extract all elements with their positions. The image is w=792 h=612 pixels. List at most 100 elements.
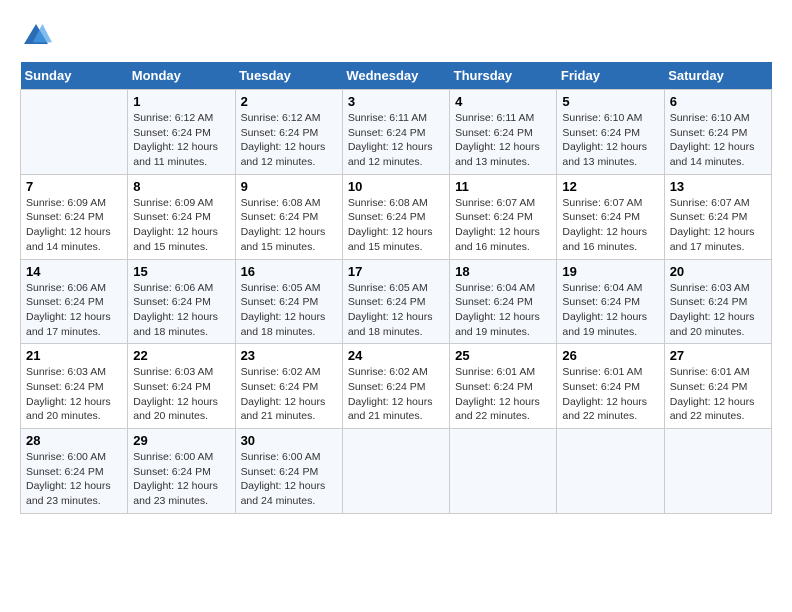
calendar-week-5: 28Sunrise: 6:00 AM Sunset: 6:24 PM Dayli…: [21, 429, 772, 514]
day-number: 7: [26, 179, 122, 194]
day-number: 3: [348, 94, 444, 109]
day-number: 6: [670, 94, 766, 109]
calendar-cell: 9 Sunrise: 6:08 AM Sunset: 6:24 PM Daylig…: [235, 174, 342, 259]
day-number: 10: [348, 179, 444, 194]
day-number: 18: [455, 264, 551, 279]
day-info: Sunrise: 6:12 AM Sunset: 6:24 PM Dayligh…: [133, 111, 229, 170]
day-number: 8: [133, 179, 229, 194]
calendar-cell: 16Sunrise: 6:05 AM Sunset: 6:24 PM Dayli…: [235, 259, 342, 344]
day-number: 13: [670, 179, 766, 194]
header-cell-saturday: Saturday: [664, 62, 771, 90]
calendar-cell: 25 Sunrise: 6:01 AM Sunset: 6:24 PM Dayli…: [450, 344, 557, 429]
calendar-week-2: 7 Sunrise: 6:09 AM Sunset: 6:24 PM Daylig…: [21, 174, 772, 259]
day-number: 23: [241, 348, 337, 363]
calendar-cell: [21, 90, 128, 175]
calendar-body: 1Sunrise: 6:12 AM Sunset: 6:24 PM Daylig…: [21, 90, 772, 514]
calendar-cell: [557, 429, 664, 514]
calendar-cell: 21 Sunrise: 6:03 AM Sunset: 6:24 PM Dayli…: [21, 344, 128, 429]
day-number: 25: [455, 348, 551, 363]
calendar-cell: 29 Sunrise: 6:00 AM Sunset: 6:24 PM Dayli…: [128, 429, 235, 514]
day-info: Sunrise: 6:01 AM Sunset: 6:24 PM Dayligh…: [562, 365, 658, 424]
calendar-cell: 26 Sunrise: 6:01 AM Sunset: 6:24 PM Dayli…: [557, 344, 664, 429]
calendar-cell: 12 Sunrise: 6:07 AM Sunset: 6:24 PM Dayli…: [557, 174, 664, 259]
calendar-cell: 19 Sunrise: 6:04 AM Sunset: 6:24 PM Dayli…: [557, 259, 664, 344]
day-info: Sunrise: 6:06 AM Sunset: 6:24 PM Dayligh…: [26, 281, 122, 340]
calendar-cell: 4 Sunrise: 6:11 AM Sunset: 6:24 PM Daylig…: [450, 90, 557, 175]
calendar-cell: 1Sunrise: 6:12 AM Sunset: 6:24 PM Daylig…: [128, 90, 235, 175]
day-number: 16: [241, 264, 337, 279]
day-number: 24: [348, 348, 444, 363]
day-info: Sunrise: 6:00 AM Sunset: 6:24 PM Dayligh…: [241, 450, 337, 509]
calendar-week-3: 14 Sunrise: 6:06 AM Sunset: 6:24 PM Dayli…: [21, 259, 772, 344]
day-number: 20: [670, 264, 766, 279]
calendar-cell: 5 Sunrise: 6:10 AM Sunset: 6:24 PM Daylig…: [557, 90, 664, 175]
day-info: Sunrise: 6:00 AM Sunset: 6:24 PM Dayligh…: [133, 450, 229, 509]
header-cell-monday: Monday: [128, 62, 235, 90]
day-info: Sunrise: 6:12 AM Sunset: 6:24 PM Dayligh…: [241, 111, 337, 170]
day-number: 30: [241, 433, 337, 448]
day-number: 11: [455, 179, 551, 194]
day-number: 9: [241, 179, 337, 194]
calendar-cell: [342, 429, 449, 514]
header-cell-wednesday: Wednesday: [342, 62, 449, 90]
day-info: Sunrise: 6:09 AM Sunset: 6:24 PM Dayligh…: [26, 196, 122, 255]
day-number: 21: [26, 348, 122, 363]
calendar-cell: 18 Sunrise: 6:04 AM Sunset: 6:24 PM Dayli…: [450, 259, 557, 344]
calendar-cell: 20 Sunrise: 6:03 AM Sunset: 6:24 PM Dayli…: [664, 259, 771, 344]
header-cell-tuesday: Tuesday: [235, 62, 342, 90]
calendar-cell: [450, 429, 557, 514]
calendar-cell: 2 Sunrise: 6:12 AM Sunset: 6:24 PM Daylig…: [235, 90, 342, 175]
day-info: Sunrise: 6:08 AM Sunset: 6:24 PM Dayligh…: [241, 196, 337, 255]
day-info: Sunrise: 6:07 AM Sunset: 6:24 PM Dayligh…: [562, 196, 658, 255]
day-info: Sunrise: 6:11 AM Sunset: 6:24 PM Dayligh…: [348, 111, 444, 170]
calendar-cell: 14 Sunrise: 6:06 AM Sunset: 6:24 PM Dayli…: [21, 259, 128, 344]
day-info: Sunrise: 6:03 AM Sunset: 6:24 PM Dayligh…: [26, 365, 122, 424]
header-cell-thursday: Thursday: [450, 62, 557, 90]
day-number: 4: [455, 94, 551, 109]
day-info: Sunrise: 6:11 AM Sunset: 6:24 PM Dayligh…: [455, 111, 551, 170]
day-info: Sunrise: 6:01 AM Sunset: 6:24 PM Dayligh…: [670, 365, 766, 424]
day-info: Sunrise: 6:10 AM Sunset: 6:24 PM Dayligh…: [562, 111, 658, 170]
calendar-cell: 28Sunrise: 6:00 AM Sunset: 6:24 PM Dayli…: [21, 429, 128, 514]
calendar-header-row: SundayMondayTuesdayWednesdayThursdayFrid…: [21, 62, 772, 90]
calendar-cell: 27 Sunrise: 6:01 AM Sunset: 6:24 PM Dayli…: [664, 344, 771, 429]
day-info: Sunrise: 6:00 AM Sunset: 6:24 PM Dayligh…: [26, 450, 122, 509]
day-number: 26: [562, 348, 658, 363]
day-number: 15: [133, 264, 229, 279]
calendar-cell: 24 Sunrise: 6:02 AM Sunset: 6:24 PM Dayli…: [342, 344, 449, 429]
calendar-cell: 17Sunrise: 6:05 AM Sunset: 6:24 PM Dayli…: [342, 259, 449, 344]
calendar-cell: 23Sunrise: 6:02 AM Sunset: 6:24 PM Dayli…: [235, 344, 342, 429]
logo-icon: [20, 20, 52, 52]
calendar-cell: [664, 429, 771, 514]
day-number: 22: [133, 348, 229, 363]
calendar-cell: 6 Sunrise: 6:10 AM Sunset: 6:24 PM Daylig…: [664, 90, 771, 175]
day-number: 27: [670, 348, 766, 363]
day-info: Sunrise: 6:03 AM Sunset: 6:24 PM Dayligh…: [133, 365, 229, 424]
day-info: Sunrise: 6:07 AM Sunset: 6:24 PM Dayligh…: [455, 196, 551, 255]
day-info: Sunrise: 6:04 AM Sunset: 6:24 PM Dayligh…: [455, 281, 551, 340]
day-info: Sunrise: 6:10 AM Sunset: 6:24 PM Dayligh…: [670, 111, 766, 170]
day-info: Sunrise: 6:09 AM Sunset: 6:24 PM Dayligh…: [133, 196, 229, 255]
day-number: 14: [26, 264, 122, 279]
day-info: Sunrise: 6:01 AM Sunset: 6:24 PM Dayligh…: [455, 365, 551, 424]
day-number: 12: [562, 179, 658, 194]
calendar-cell: 15 Sunrise: 6:06 AM Sunset: 6:24 PM Dayli…: [128, 259, 235, 344]
calendar-week-1: 1Sunrise: 6:12 AM Sunset: 6:24 PM Daylig…: [21, 90, 772, 175]
page-header: [20, 20, 772, 52]
logo: [20, 20, 56, 52]
header-cell-friday: Friday: [557, 62, 664, 90]
day-info: Sunrise: 6:04 AM Sunset: 6:24 PM Dayligh…: [562, 281, 658, 340]
calendar-cell: 10 Sunrise: 6:08 AM Sunset: 6:24 PM Dayli…: [342, 174, 449, 259]
day-info: Sunrise: 6:02 AM Sunset: 6:24 PM Dayligh…: [348, 365, 444, 424]
day-number: 29: [133, 433, 229, 448]
day-info: Sunrise: 6:08 AM Sunset: 6:24 PM Dayligh…: [348, 196, 444, 255]
day-number: 2: [241, 94, 337, 109]
day-info: Sunrise: 6:05 AM Sunset: 6:24 PM Dayligh…: [348, 281, 444, 340]
day-number: 19: [562, 264, 658, 279]
day-info: Sunrise: 6:03 AM Sunset: 6:24 PM Dayligh…: [670, 281, 766, 340]
day-number: 5: [562, 94, 658, 109]
day-info: Sunrise: 6:06 AM Sunset: 6:24 PM Dayligh…: [133, 281, 229, 340]
calendar-cell: 8 Sunrise: 6:09 AM Sunset: 6:24 PM Daylig…: [128, 174, 235, 259]
calendar-cell: 13Sunrise: 6:07 AM Sunset: 6:24 PM Dayli…: [664, 174, 771, 259]
calendar-cell: 30 Sunrise: 6:00 AM Sunset: 6:24 PM Dayli…: [235, 429, 342, 514]
